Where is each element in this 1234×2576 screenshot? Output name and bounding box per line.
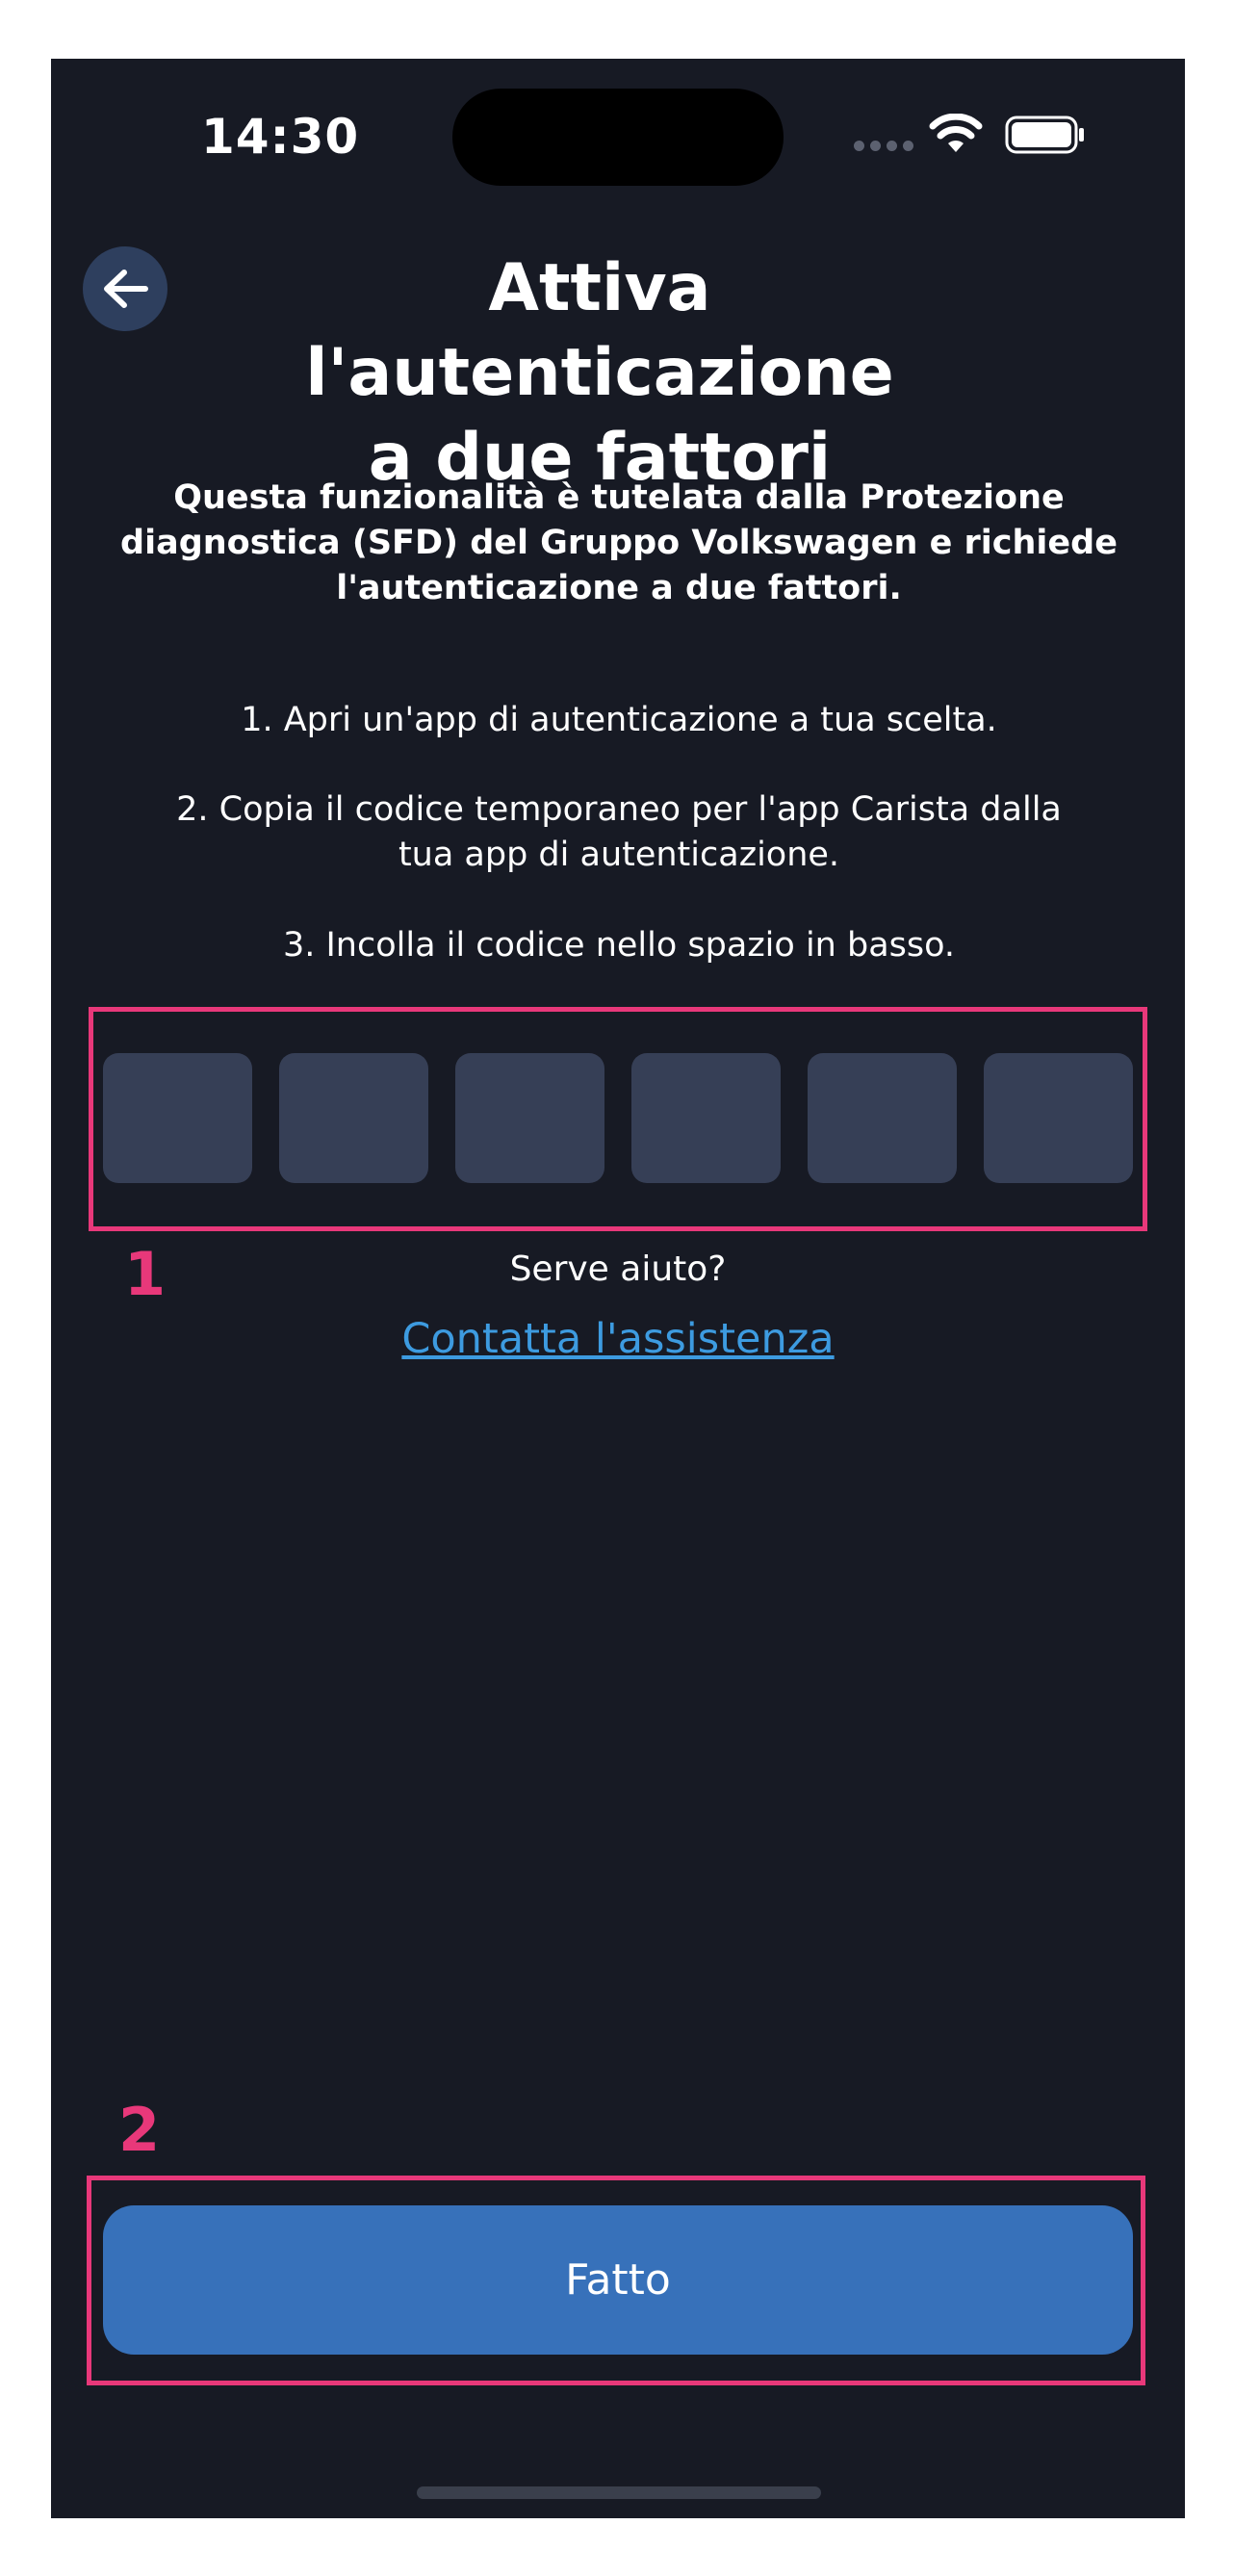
home-indicator[interactable] [417,2486,821,2499]
done-button[interactable]: Fatto [103,2205,1133,2355]
battery-icon [1005,116,1084,154]
contact-support-link[interactable]: Contatta l'assistenza [51,1315,1185,1363]
cellular-signal-icon [854,141,913,151]
instruction-step-1: 1. Apri un'app di autenticazione a tua s… [241,701,997,739]
instruction-step-2: 2. Copia il codice temporaneo per l'app … [109,787,1129,878]
code-digit-6[interactable] [984,1053,1133,1183]
code-digit-3[interactable] [455,1053,604,1183]
wifi-icon [929,114,983,152]
instruction-step-2-line1: 2. Copia il codice temporaneo per l'app … [176,790,1062,829]
description-line3: l'autenticazione a due fattori. [336,569,902,607]
page-title: Attiva l'autenticazione a due fattori [195,246,1004,501]
help-question: Serve aiuto? [509,1249,727,1289]
page-title-line1: Attiva l'autenticazione [305,250,894,411]
code-digit-4[interactable] [631,1053,781,1183]
feature-description: Questa funzionalità è tutelata dalla Pro… [90,476,1148,611]
dynamic-island [452,89,784,186]
description-line1: Questa funzionalità è tutelata dalla Pro… [173,478,1065,517]
instruction-step-2-line2: tua app di autenticazione. [398,836,840,874]
code-input-row [103,1053,1133,1183]
code-digit-2[interactable] [279,1053,428,1183]
back-button[interactable] [83,246,167,331]
instruction-step-3: 3. Incolla il codice nello spazio in bas… [282,926,956,965]
code-digit-1[interactable] [103,1053,252,1183]
description-line2: diagnostica (SFD) del Gruppo Volkswagen … [120,524,1118,562]
phone-screen: 14:30 Attiva l'autenticazione a due fatt… [51,59,1185,2518]
status-time: 14:30 [201,109,360,165]
annotation-label-2: 2 [118,2095,161,2165]
code-digit-5[interactable] [808,1053,957,1183]
arrow-left-icon [104,270,148,308]
